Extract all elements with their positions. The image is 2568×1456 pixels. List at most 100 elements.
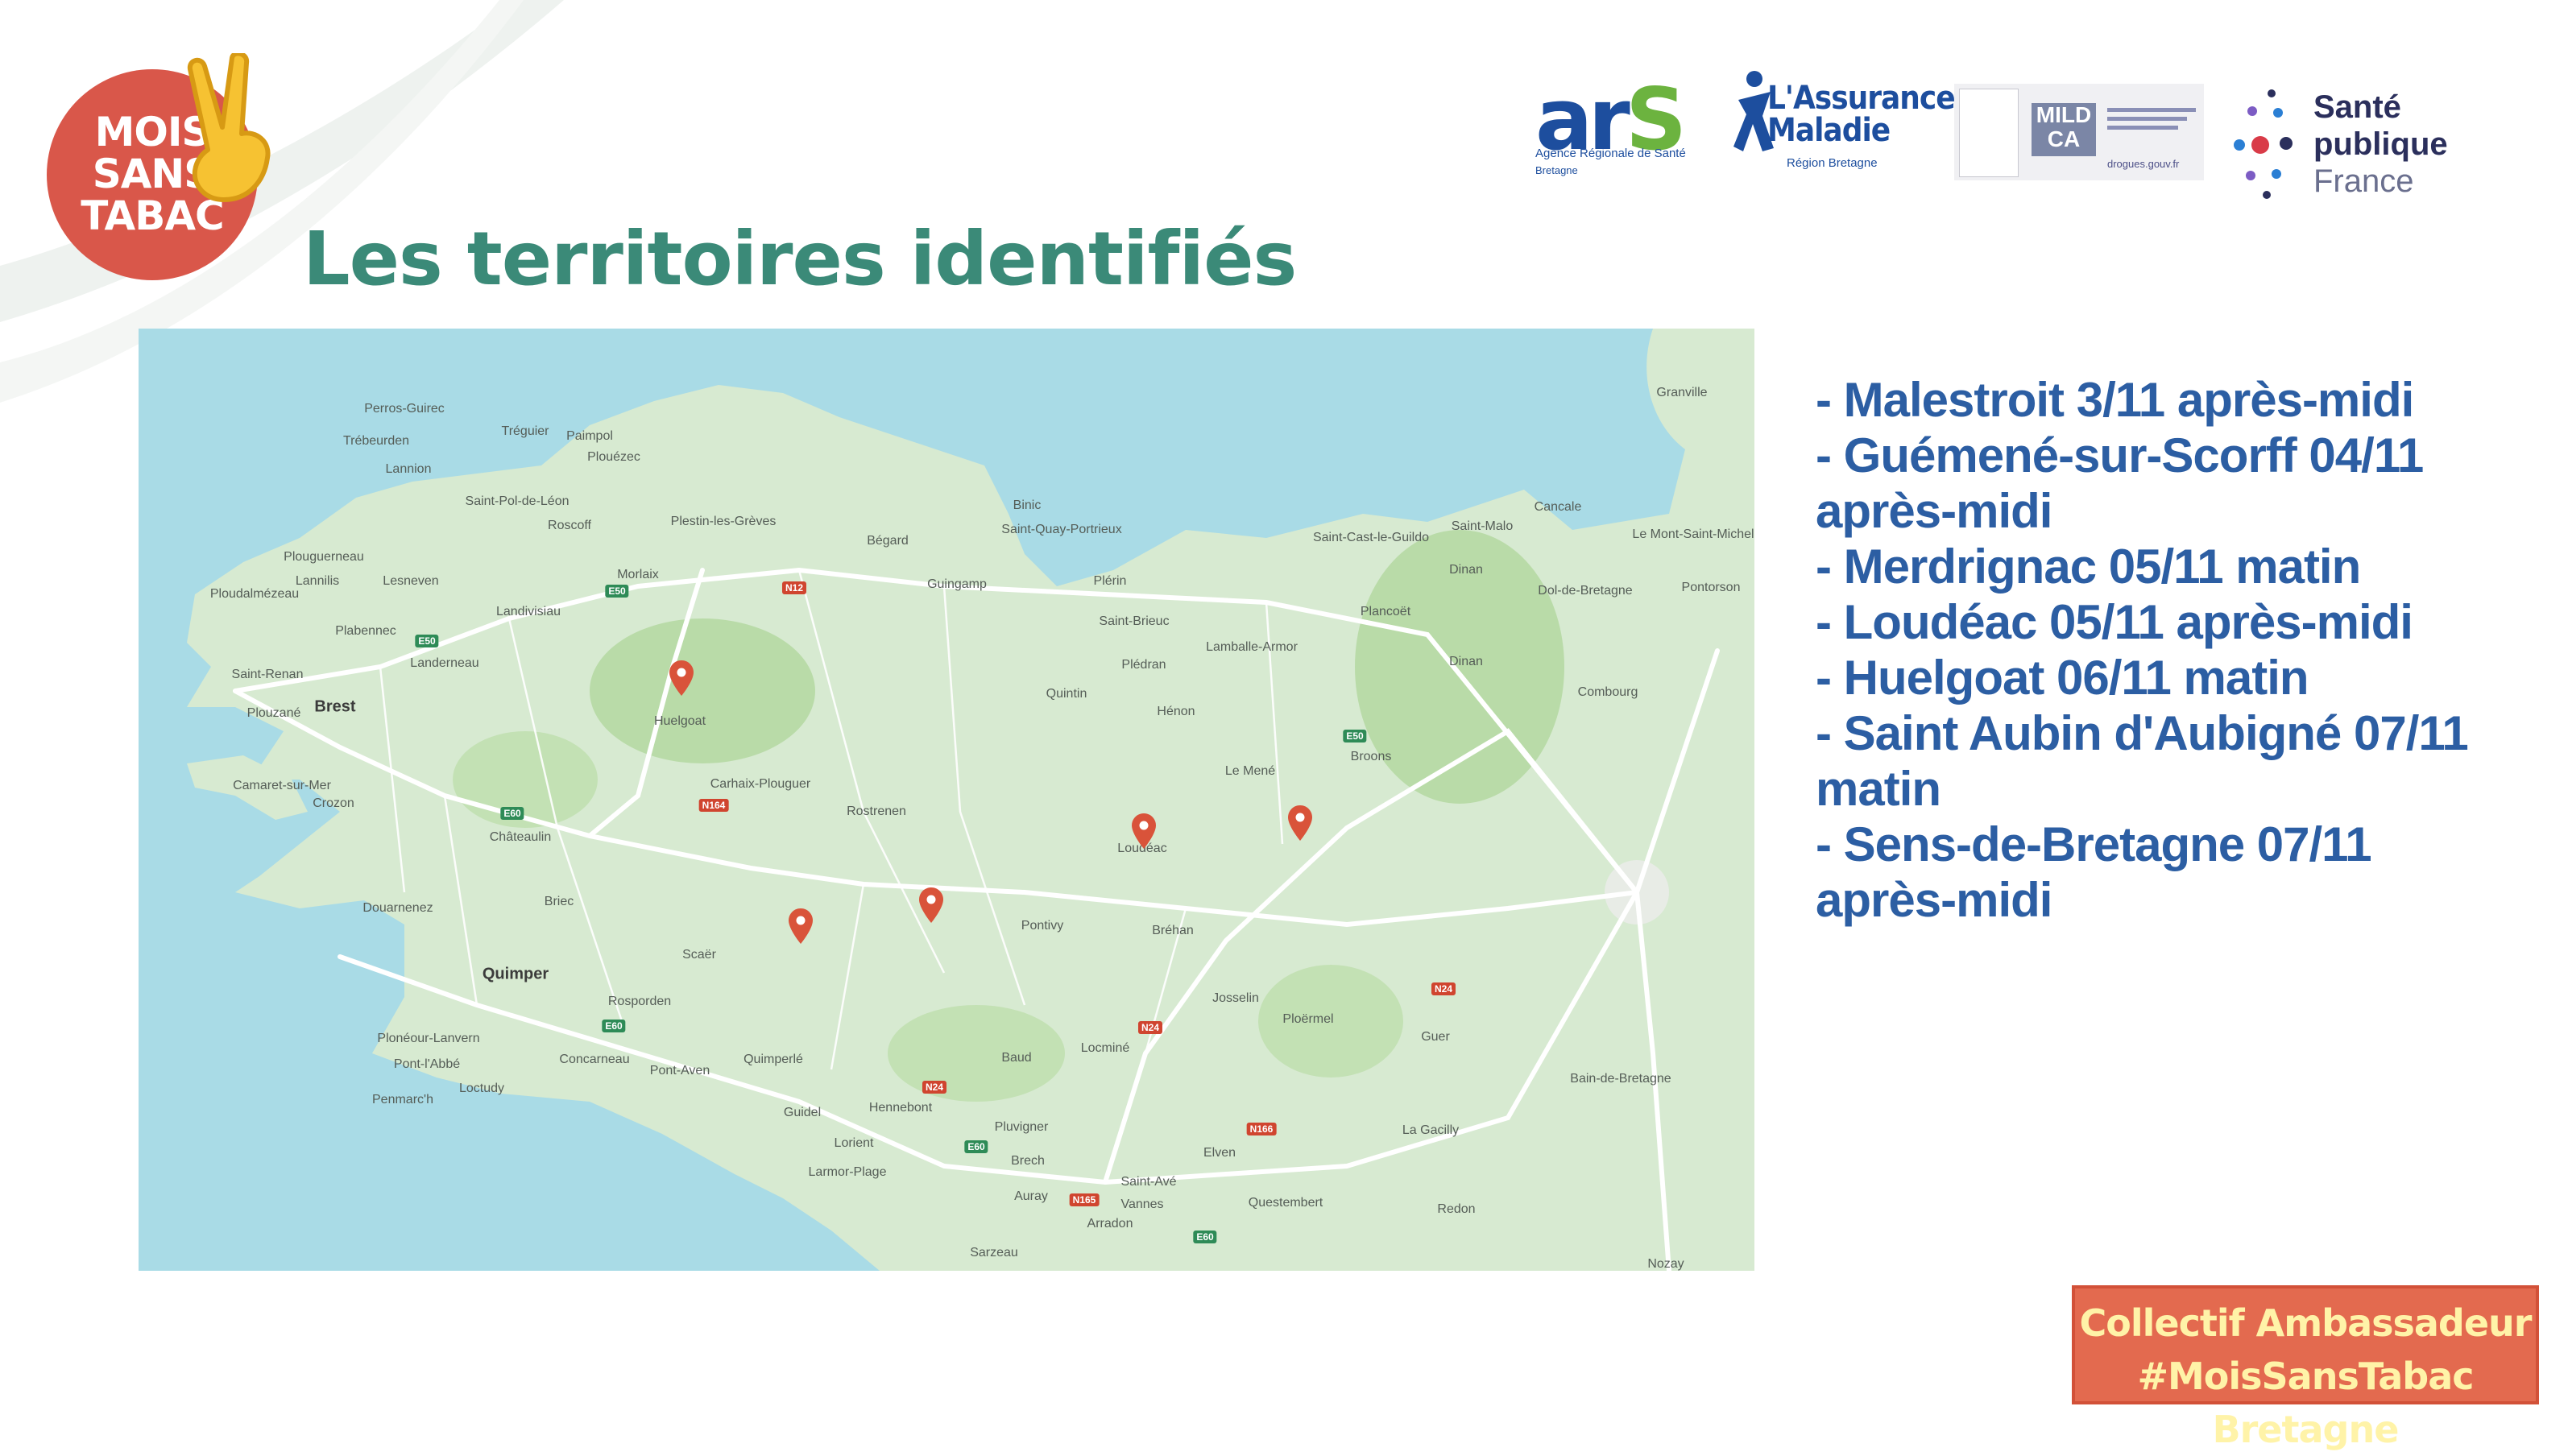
map-place-begard: Bégard (867, 534, 909, 548)
map-place-saint-cast-le-guildo: Saint-Cast-le-Guildo (1312, 531, 1430, 544)
map-terrain (187, 329, 1754, 1271)
map-marker-pin-icon[interactable] (919, 887, 943, 923)
map-place-guingamp: Guingamp (927, 577, 987, 591)
badge-line2: #MoisSansTabac Bretagne (2137, 1355, 2474, 1451)
map-place-lesneven: Lesneven (383, 574, 439, 588)
map-place-plouzane: Plouzané (246, 706, 301, 720)
map-place-vannes: Vannes (1120, 1197, 1164, 1211)
map-place-cancale: Cancale (1534, 500, 1582, 514)
map-place-rosporden: Rosporden (607, 995, 672, 1008)
map-place-roscoff: Roscoff (548, 519, 591, 532)
map-place-elven: Elven (1203, 1146, 1236, 1160)
session-item: - Merdrignac 05/11 matin (1816, 540, 2361, 594)
road-shield: N12 (781, 581, 807, 594)
map-place-crozon: Crozon (313, 796, 354, 810)
assurance-maladie-logo: L'Assurance Maladie Région Bretagne (1730, 68, 1956, 188)
map-place-brest: Brest (314, 697, 356, 716)
map-place-morlaix: Morlaix (617, 568, 659, 581)
spf-line3: France (2313, 163, 2414, 199)
road-shield: E60 (500, 807, 524, 820)
road-shield: N24 (922, 1081, 947, 1094)
assurance-maladie-line1: L'Assurance (1767, 80, 1956, 117)
map-place-larmor-plage: Larmor-Plage (808, 1165, 887, 1179)
map-place-pluvigner: Pluvigner (994, 1120, 1049, 1134)
map-place-plancoet: Plancoët (1360, 605, 1411, 618)
map-place-quimper: Quimper (482, 965, 549, 983)
map-place-dinan: Dinan (1449, 563, 1483, 577)
spf-line2: publique (2313, 126, 2448, 162)
map-place-josselin: Josselin (1212, 991, 1259, 1005)
map-place-pledran: Plédran (1121, 658, 1166, 672)
map-place-perros-guirec: Perros-Guirec (364, 402, 445, 416)
map-place-pont-labbe: Pont-l'Abbé (393, 1057, 461, 1071)
map-place-pont-aven: Pont-Aven (649, 1064, 710, 1078)
map-marker-pin-icon[interactable] (1288, 805, 1312, 841)
sessions-list: - Malestroit 3/11 après-midi - Guémené-s… (1816, 372, 2508, 928)
road-shield: E50 (605, 585, 629, 598)
map-place-lorient: Lorient (834, 1136, 874, 1150)
map-place-saint-quay-portrieux: Saint-Quay-Portrieux (1001, 523, 1122, 536)
republique-francaise-flag-icon (1959, 89, 2019, 177)
map-place-henon: Hénon (1157, 705, 1195, 718)
map-place-hennebont: Hennebont (868, 1101, 933, 1115)
map-place-auray: Auray (1014, 1189, 1048, 1203)
forest-patch (590, 618, 815, 763)
mildeca-acronym: MILD CA (2032, 103, 2096, 156)
map-place-nozay: Nozay (1647, 1257, 1684, 1271)
ars-logo: arS Agence Régionale de Santé Bretagne (1535, 76, 1713, 196)
session-item: - Loudéac 05/11 après-midi (1816, 595, 2413, 649)
map-place-penmarch: Penmarc'h (372, 1093, 433, 1106)
mildeca-tagline-lines (2107, 108, 2196, 134)
map-marker-pin-icon[interactable] (1132, 813, 1156, 849)
map-place-loctudy: Loctudy (458, 1082, 505, 1095)
assurance-maladie-line2: Maladie (1767, 112, 1891, 149)
map-place-lamballe-armor: Lamballe-Armor (1206, 640, 1298, 654)
map-place-saint-renan: Saint-Renan (231, 668, 304, 681)
forest-patch (453, 731, 598, 828)
mois-sans-tabac-logo: MOIS SANS TABAC (47, 53, 288, 295)
map-place-chateaulin: Châteaulin (489, 830, 552, 844)
road-shield: E50 (415, 635, 439, 647)
road-shield: E60 (602, 1020, 626, 1032)
ars-region: Bretagne (1535, 164, 1578, 176)
session-item: - Malestroit 3/11 après-midi (1816, 373, 2414, 427)
map-place-plouguerneau: Plouguerneau (284, 550, 364, 564)
map-marker-pin-icon[interactable] (789, 908, 813, 944)
map-place-mont-saint-michel: Le Mont-Saint-Michel (1632, 527, 1754, 541)
collectif-ambassadeur-badge: Collectif Ambassadeur #MoisSansTabac Bre… (2072, 1285, 2539, 1451)
slide-title: Les territoires identifiés (303, 216, 1297, 302)
map-place-landerneau: Landerneau (410, 656, 479, 670)
map-place-douarnenez: Douarnenez (362, 901, 433, 915)
map-place-paimpol: Paimpol (566, 429, 613, 443)
session-item: - Huelgoat 06/11 matin (1816, 651, 2309, 705)
map-place-carhaix-plouguer: Carhaix-Plouguer (710, 777, 811, 791)
map-place-locmine: Locminé (1080, 1041, 1130, 1055)
badge-line1: Collectif Ambassadeur (2079, 1301, 2532, 1345)
map-place-guer: Guer (1421, 1030, 1450, 1044)
map-place-landivisiau: Landivisiau (495, 605, 561, 618)
ars-subtitle: Agence Régionale de Santé (1535, 147, 1686, 160)
map-place-plabennec: Plabennec (335, 624, 396, 638)
map-place-combourg: Combourg (1577, 685, 1638, 699)
map-place-pontorson: Pontorson (1681, 581, 1741, 594)
brittany-map[interactable]: Perros-Guirec Trébeurden Tréguier Paimpo… (139, 329, 1754, 1271)
map-place-saint-malo: Saint-Malo (1451, 519, 1514, 533)
map-marker-pin-icon[interactable] (669, 660, 694, 696)
sante-publique-france-logo: Santé publique France (2228, 77, 2470, 214)
map-place-dinan-south: Dinan (1449, 655, 1483, 668)
map-place-briec: Briec (544, 895, 574, 908)
forest-patch (888, 1005, 1065, 1102)
road-shield: N166 (1246, 1123, 1277, 1135)
map-place-dol-de-bretagne: Dol-de-Bretagne (1538, 584, 1633, 598)
map-place-granville: Granville (1656, 386, 1708, 399)
road-shield: E50 (1343, 730, 1367, 742)
map-place-lannion: Lannion (385, 462, 432, 476)
map-place-broons: Broons (1350, 750, 1392, 763)
spf-dots-icon (2234, 89, 2293, 199)
map-place-trebeurden: Trébeurden (342, 434, 410, 448)
session-item: - Guémené-sur-Scorff 04/11 après-midi (1816, 428, 2424, 538)
map-place-ploermel: Ploërmel (1282, 1012, 1334, 1026)
map-place-quintin: Quintin (1046, 687, 1087, 701)
map-place-saint-pol-de-leon: Saint-Pol-de-Léon (465, 494, 570, 508)
map-place-pontivy: Pontivy (1021, 919, 1064, 933)
